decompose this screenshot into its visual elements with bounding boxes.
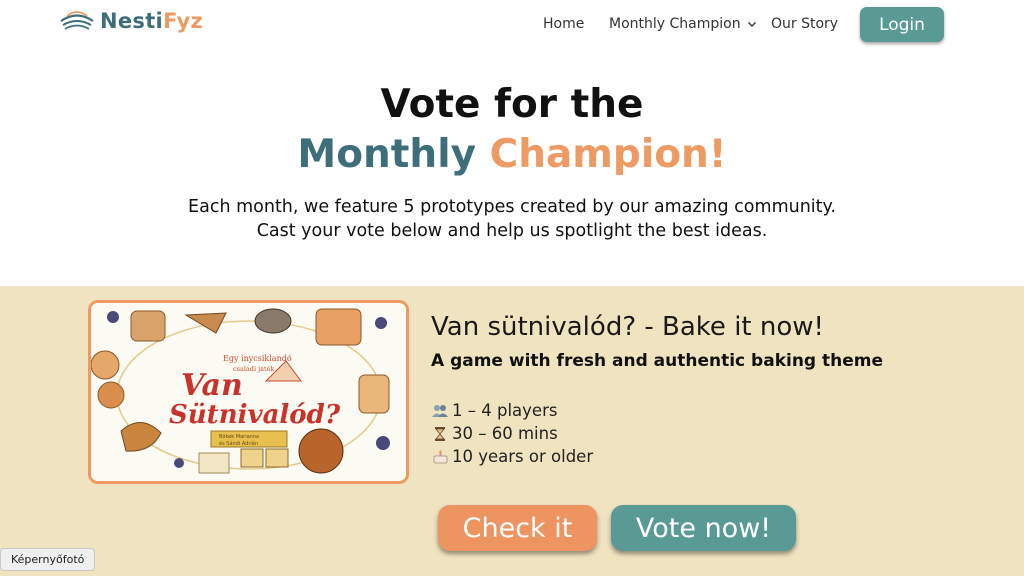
- game-time-text: 30 – 60 mins: [452, 424, 558, 443]
- cover-title-line2: Sütnivalód?: [169, 400, 341, 430]
- logo[interactable]: NestiFyz: [58, 8, 203, 34]
- screenshot-tooltip: Képernyőfotó: [0, 548, 96, 571]
- game-cover-art: Egy ínycsiklandó családi játék Van Sütni…: [91, 303, 406, 481]
- game-time: 30 – 60 mins: [431, 424, 558, 443]
- nest-logo-icon: [60, 11, 94, 30]
- game-cover-image[interactable]: Egy ínycsiklandó családi játék Van Sütni…: [88, 300, 409, 484]
- game-age: 10 years or older: [431, 447, 593, 466]
- hero-title-monthly: Monthly: [297, 132, 476, 177]
- logo-part2: Fyz: [163, 9, 204, 33]
- nav-monthly-champion[interactable]: Monthly Champion: [609, 16, 757, 32]
- site-header: NestiFyz Home Monthly Champion Our Story…: [0, 0, 1024, 50]
- cover-authors-line2: és Sándi Adrián: [219, 440, 258, 447]
- game-subtitle: A game with fresh and authentic baking t…: [431, 351, 884, 371]
- game-players: 1 – 4 players: [431, 401, 557, 420]
- cover-authors-line1: Bökek Marianna: [219, 434, 259, 440]
- hero-title-line2: Monthly Champion!: [0, 132, 1024, 177]
- players-icon: [432, 404, 448, 417]
- hero-title-line1: Vote for the: [380, 82, 644, 127]
- vote-now-button[interactable]: Vote now!: [611, 505, 796, 551]
- game-players-text: 1 – 4 players: [452, 401, 558, 420]
- nav-home[interactable]: Home: [543, 16, 584, 32]
- game-age-text: 10 years or older: [452, 447, 594, 466]
- logo-part1: Nesti: [100, 9, 164, 33]
- hourglass-icon: [435, 426, 445, 441]
- cover-tagline-line1: Egy ínycsiklandó: [223, 354, 292, 363]
- cake-icon: [433, 449, 448, 463]
- hero-subtitle-line1: Each month, we feature 5 prototypes crea…: [188, 197, 836, 217]
- logo-text: NestiFyz: [100, 9, 203, 33]
- cover-title-line1: Van: [181, 368, 243, 403]
- hero-title-champion: Champion!: [489, 132, 727, 177]
- game-title: Van sütnivalód? - Bake it now!: [431, 312, 824, 342]
- nav-our-story[interactable]: Our Story: [771, 16, 838, 32]
- login-button[interactable]: Login: [860, 7, 944, 42]
- page: NestiFyz Home Monthly Champion Our Story…: [0, 0, 1024, 576]
- chevron-down-icon: [747, 22, 756, 27]
- hero-subtitle-line2: Cast your vote below and help us spotlig…: [256, 221, 768, 241]
- nav-monthly-champion-label: Monthly Champion: [609, 16, 741, 32]
- check-it-button[interactable]: Check it: [438, 505, 597, 551]
